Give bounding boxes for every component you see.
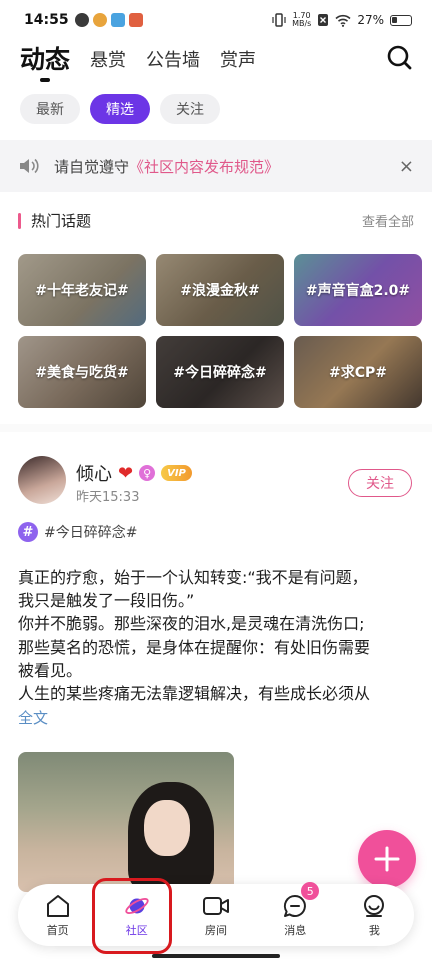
no-sim-icon [318,14,329,26]
wifi-icon [335,14,351,27]
app-notification-icon [92,13,107,27]
planet-icon [123,892,151,920]
nav-community[interactable]: 社区 [97,884,176,946]
post-body-line: 人生的某些疼痛无法靠逻辑解决，有些成长必须从 [18,684,371,704]
nav-room[interactable]: 房间 [176,884,255,946]
app-notification-icon [128,13,143,27]
hot-topics-title: 热门话题 [31,212,92,230]
hot-topics-header: 热门话题 查看全部 [18,210,414,231]
topic-card[interactable]: #十年老友记# [18,254,146,326]
status-bar: 14:55 1.70 MB/s 27% [0,0,432,40]
post-tag-text: #今日碎碎念# [44,525,138,541]
filter-chips: 最新 精选 关注 [20,94,220,124]
female-icon: ♀ [139,465,156,481]
home-indicator[interactable] [152,954,280,958]
nav-label: 首页 [46,924,69,937]
speaker-icon [20,158,39,174]
post-image[interactable] [18,752,234,892]
nav-label: 我 [368,924,380,937]
vip-badge: VIP [161,465,192,481]
topic-card[interactable]: #浪漫金秋# [156,254,284,326]
close-icon[interactable]: × [399,156,414,177]
create-post-button[interactable] [358,830,416,888]
plus-icon [374,846,400,872]
search-button[interactable] [386,44,414,72]
topic-label: #美食与吃货# [35,365,129,381]
nav-label: 房间 [205,924,227,937]
topic-label: #今日碎碎念# [173,365,267,381]
tab-shangsheng[interactable]: 赏声 [220,46,256,84]
vibrate-icon [272,13,286,27]
topic-card[interactable]: #美食与吃货# [18,336,146,408]
author-name[interactable]: 倾心 [76,460,112,486]
chip-featured[interactable]: 精选 [90,94,150,124]
top-tabs: 动态 悬赏 公告墙 赏声 [0,38,432,84]
topic-label: #十年老友记# [35,283,129,299]
battery-percent: 27% [357,13,384,27]
message-count-badge: 5 [301,882,320,900]
nav-home[interactable]: 首页 [18,884,97,946]
nav-me[interactable]: 我 [335,884,414,946]
post-image-figure [144,800,190,856]
bottom-nav: 首页 社区 房间 5 消息 我 [18,882,414,946]
notice-bar: 请自觉遵守 《社区内容发布规范》 × [0,140,432,192]
post-topic-tag[interactable]: # #今日碎碎念# [18,522,137,542]
hashtag-icon: # [18,522,38,542]
battery-icon [390,14,412,26]
heart-icon: ❤ [118,462,134,484]
tab-dongtai[interactable]: 动态 [20,40,70,84]
tab-gonggaoqiang[interactable]: 公告墙 [146,46,200,84]
net-speed-unit: MB/s [292,19,312,28]
section-accent-bar [18,212,21,229]
notice-text: 请自觉遵守 [54,157,130,176]
post-body[interactable]: 真正的疗愈，始于一个认知转变:“我不是有问题， 我只是触发了一段旧伤。” 你并不… [18,566,418,705]
nav-label: 消息 [284,924,307,937]
view-all-link[interactable]: 查看全部 [362,211,414,230]
topic-card[interactable]: #求CP# [294,336,422,408]
topic-card[interactable]: #声音盲盒2.0# [294,254,422,326]
avatar[interactable] [18,456,66,504]
post-body-line: 那些莫名的恐慌，是身体在提醒你：有处旧伤需要 [18,637,371,657]
notice-rules-link[interactable]: 《社区内容发布规范》 [129,156,279,177]
app-notification-icon [110,13,125,27]
net-speed: 1.70 MB/s [292,12,311,28]
section-divider [0,424,432,432]
post-time: 昨天15:33 [76,490,140,505]
status-time: 14:55 [24,12,69,28]
home-icon [44,892,72,920]
post-body-line: 真正的疗愈，始于一个认知转变:“我不是有问题， [18,568,368,587]
app-notification-icon [74,13,89,27]
full-text-link[interactable]: 全文 [18,707,48,728]
post-body-line: 我只是触发了一段旧伤。” [18,591,195,611]
topic-label: #声音盲盒2.0# [305,283,411,299]
topic-label: #求CP# [329,365,387,381]
topic-label: #浪漫金秋# [180,283,260,299]
follow-button[interactable]: 关注 [348,469,412,497]
smile-icon [360,892,388,920]
notification-icons [74,13,143,27]
topic-card[interactable]: #今日碎碎念# [156,336,284,408]
video-camera-icon [202,892,230,920]
tab-xuanshang[interactable]: 悬赏 [90,46,126,84]
status-right: 1.70 MB/s 27% [272,12,412,28]
search-icon [387,45,412,70]
author-row: 倾心 ❤ ♀ VIP [76,460,192,486]
post-body-line: 被看见。 [18,660,83,680]
chip-latest[interactable]: 最新 [20,94,80,124]
topic-grid: #十年老友记# #浪漫金秋# #声音盲盒2.0# #美食与吃货# #今日碎碎念#… [18,254,422,408]
nav-messages[interactable]: 5 消息 [256,882,335,946]
chip-following[interactable]: 关注 [160,94,220,124]
nav-label: 社区 [125,924,148,937]
post-body-line: 你并不脆弱。那些深夜的泪水,是灵魂在清洗伤口; [18,614,365,634]
